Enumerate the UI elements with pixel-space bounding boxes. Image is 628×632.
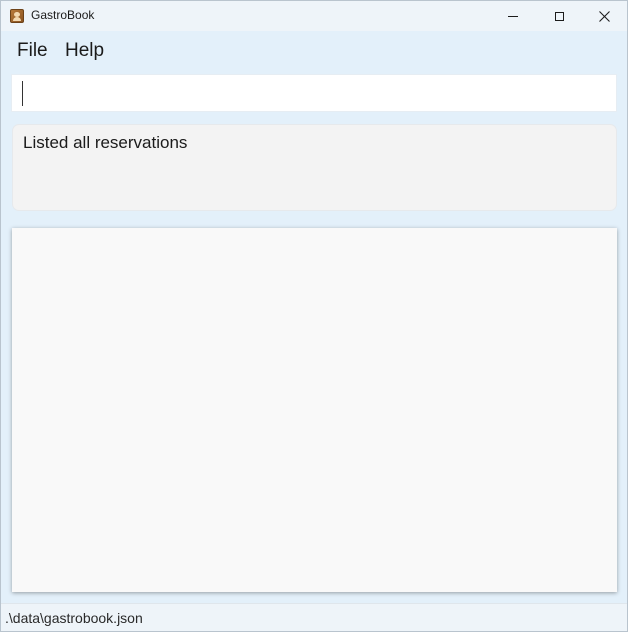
window-title: GastroBook	[31, 8, 95, 22]
reservation-list[interactable]	[12, 228, 617, 592]
save-file-path: .\data\gastrobook.json	[5, 610, 143, 626]
status-bar: .\data\gastrobook.json	[1, 603, 627, 631]
close-button[interactable]	[581, 1, 627, 31]
menu-file[interactable]: File	[17, 40, 48, 62]
text-caret	[22, 81, 23, 106]
title-bar[interactable]: GastroBook	[1, 1, 627, 31]
maximize-icon	[554, 11, 564, 21]
minimize-button[interactable]	[490, 1, 536, 31]
minimize-icon	[508, 15, 518, 17]
app-window: GastroBook File Help Listed all reservat…	[0, 0, 628, 632]
maximize-button[interactable]	[536, 1, 582, 31]
menu-help[interactable]: Help	[65, 40, 104, 62]
command-input[interactable]	[11, 74, 617, 112]
close-icon	[598, 10, 610, 22]
menu-bar: File Help	[1, 32, 627, 70]
result-message: Listed all reservations	[23, 133, 188, 152]
result-display: Listed all reservations	[12, 124, 617, 211]
address-book-icon	[10, 9, 24, 23]
